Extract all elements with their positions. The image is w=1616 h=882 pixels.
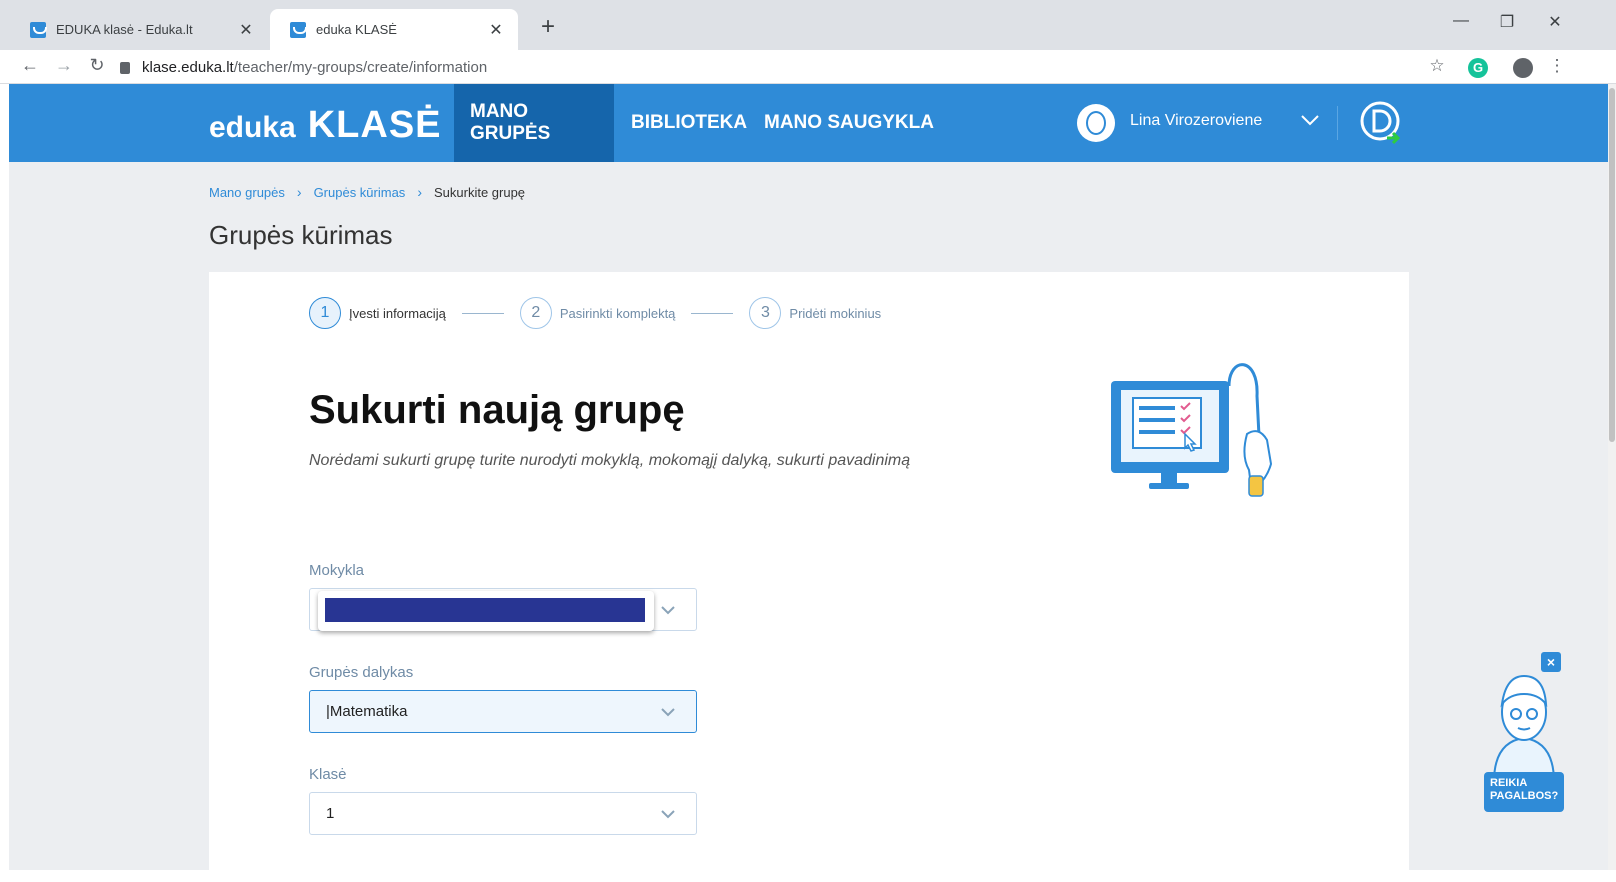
help-close-button[interactable]: × xyxy=(1541,652,1561,672)
redaction-bar xyxy=(325,598,645,622)
grammarly-icon[interactable]: G xyxy=(1468,58,1488,78)
helper-character-icon xyxy=(1492,674,1556,782)
step-1-circle[interactable]: 1 xyxy=(309,297,341,329)
stepper: 1 Įvesti informaciją 2 Pasirinkti komple… xyxy=(309,297,881,329)
help-line-2: PAGALBOS? xyxy=(1490,790,1559,802)
grade-select[interactable]: 1 xyxy=(309,792,697,835)
form-subheading: Norėdami sukurti grupę turite nurodyti m… xyxy=(309,452,911,469)
subject-label: Grupės dalykas xyxy=(309,664,414,681)
address-bar-row: ← → ↻ klase.eduka.lt/teacher/my-groups/c… xyxy=(0,50,1616,84)
nav-biblioteka[interactable]: BIBLIOTEKA xyxy=(615,84,763,162)
form-card: 1 Įvesti informaciją 2 Pasirinkti komple… xyxy=(209,272,1409,882)
step-connector xyxy=(461,312,504,314)
page-scrollbar[interactable] xyxy=(1608,84,1616,870)
user-avatar[interactable] xyxy=(1077,104,1115,142)
lock-icon xyxy=(120,62,130,74)
step-connector xyxy=(691,312,734,314)
step-3-circle[interactable]: 3 xyxy=(749,297,782,329)
url-field[interactable]: klase.eduka.lt/teacher/my-groups/create/… xyxy=(120,54,1520,80)
breadcrumb-grupes-kurimas[interactable]: Grupės kūrimas xyxy=(314,185,406,200)
close-tab-icon[interactable]: ✕ xyxy=(236,20,256,40)
school-select[interactable] xyxy=(309,588,697,631)
bookmark-star-icon[interactable]: ☆ xyxy=(1426,56,1448,78)
school-redacted-value xyxy=(318,591,654,631)
breadcrumb-current: Sukurkite grupę xyxy=(433,184,526,200)
scrollbar-thumb[interactable] xyxy=(1609,88,1615,442)
chevron-down-icon[interactable] xyxy=(660,602,676,618)
subject-select[interactable]: |Matematika xyxy=(309,690,697,733)
tab-title: EDUKA klasė - Eduka.lt xyxy=(56,22,193,37)
eduka-klase-logo[interactable]: eduka KLASĖ xyxy=(209,104,442,147)
logo-klase: KLASĖ xyxy=(307,104,442,146)
reload-icon[interactable]: ↻ xyxy=(85,55,109,76)
breadcrumb-chevron-icon: › xyxy=(296,184,302,200)
breadcrumb-mano-grupes[interactable]: Mano grupės xyxy=(209,185,285,200)
forward-icon[interactable]: → xyxy=(52,55,76,76)
new-tab-icon[interactable]: + xyxy=(533,13,563,41)
avatar-face-icon xyxy=(1086,111,1106,135)
step-2-label[interactable]: Pasirinkti komplektą xyxy=(560,306,676,321)
nav-mano-grupes[interactable]: MANO GRUPĖS xyxy=(454,84,614,162)
user-name[interactable]: Lina Virozeroviene xyxy=(1130,112,1262,130)
school-label: Mokykla xyxy=(309,562,365,579)
page-body: Mano grupės › Grupės kūrimas › Sukurkite… xyxy=(9,162,1608,882)
browser-tab-active[interactable]: eduka KLASĖ ✕ xyxy=(270,9,518,50)
form-heading: Sukurti naują grupę xyxy=(309,388,685,432)
eduka-favicon-icon xyxy=(290,21,307,38)
step-3-label[interactable]: Pridėti mokinius xyxy=(789,306,881,321)
step-1-label[interactable]: Įvesti informaciją xyxy=(349,306,446,321)
tab-title: eduka KLASĖ xyxy=(316,22,397,37)
close-tab-icon[interactable]: ✕ xyxy=(486,20,506,40)
grade-value: 1 xyxy=(326,805,335,822)
site-header: eduka KLASĖ MANO GRUPĖS BIBLIOTEKA MANO … xyxy=(9,84,1608,162)
window-close-icon[interactable]: ✕ xyxy=(1540,12,1570,32)
back-icon[interactable]: ← xyxy=(18,55,42,76)
chevron-down-icon[interactable] xyxy=(660,806,676,822)
breadcrumb: Mano grupės › Grupės kūrimas › Sukurkite… xyxy=(209,184,525,200)
browser-tab[interactable]: EDUKA klasė - Eduka.lt ✕ xyxy=(10,9,268,50)
d-login-icon[interactable] xyxy=(1359,100,1405,146)
subject-value: |Matematika xyxy=(326,703,408,720)
minimize-icon[interactable]: — xyxy=(1446,12,1476,30)
url-host: klase.eduka.lt xyxy=(142,58,234,76)
nav-mano-saugykla[interactable]: MANO SAUGYKLA xyxy=(748,84,950,162)
step-2-circle[interactable]: 2 xyxy=(519,297,552,329)
header-divider xyxy=(1337,106,1338,140)
breadcrumb-chevron-icon: › xyxy=(417,184,422,200)
computer-illustration-icon xyxy=(1111,363,1273,497)
help-line-1: REIKIA xyxy=(1490,777,1528,789)
help-label[interactable]: REIKIA PAGALBOS? xyxy=(1484,772,1564,812)
eduka-favicon-icon xyxy=(30,21,47,38)
page-title: Grupės kūrimas xyxy=(209,220,393,250)
logo-eduka: eduka xyxy=(209,111,296,144)
user-menu-chevron-icon[interactable] xyxy=(1297,107,1323,133)
grade-label: Klasė xyxy=(309,766,347,783)
chevron-down-icon[interactable] xyxy=(660,704,676,720)
menu-dots-icon[interactable]: ⋮ xyxy=(1546,56,1568,78)
url-path: /teacher/my-groups/create/information xyxy=(233,58,488,76)
help-widget[interactable]: REIKIA PAGALBOS? xyxy=(1484,672,1564,812)
account-icon[interactable] xyxy=(1513,58,1533,78)
browser-tab-bar: EDUKA klasė - Eduka.lt ✕ eduka KLASĖ ✕ +… xyxy=(0,0,1616,50)
restore-icon[interactable]: ❐ xyxy=(1492,12,1522,32)
